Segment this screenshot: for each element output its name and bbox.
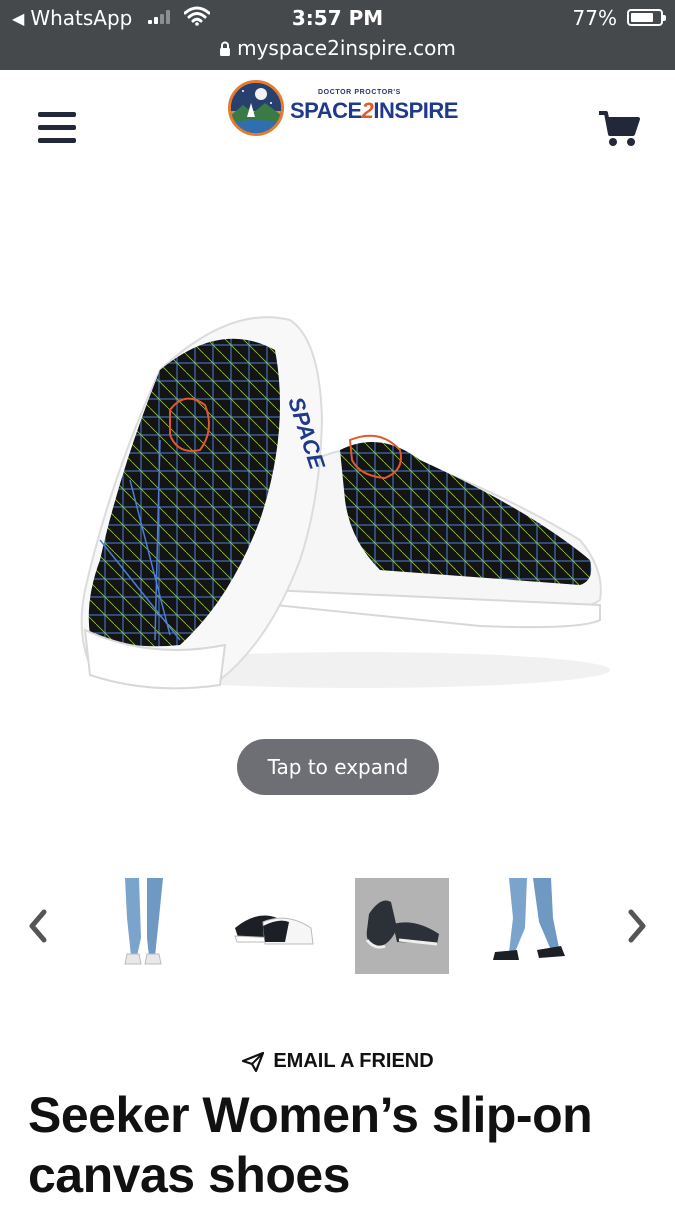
cart-icon[interactable]: [598, 110, 640, 148]
battery-percent: 77%: [572, 6, 617, 30]
battery-icon: [627, 9, 666, 26]
thumbnail-2[interactable]: [227, 878, 321, 974]
tap-to-expand-button[interactable]: Tap to expand: [237, 739, 439, 795]
prev-thumbnail-arrow-icon[interactable]: [26, 906, 50, 946]
email-a-friend-label: EMAIL A FRIEND: [273, 1050, 434, 1072]
site-logo[interactable]: DOCTOR PROCTOR'S SPACE2INSPIRE: [226, 78, 458, 140]
thumbnail-3-selected[interactable]: [355, 878, 449, 974]
email-a-friend-link[interactable]: EMAIL A FRIEND: [0, 1050, 675, 1073]
next-thumbnail-arrow-icon[interactable]: [625, 906, 649, 946]
product-image[interactable]: SPACE: [60, 300, 620, 700]
logo-wordmark: SPACE2INSPIRE: [290, 98, 458, 123]
menu-icon[interactable]: [38, 112, 76, 144]
paper-plane-icon: [242, 1051, 265, 1072]
thumbnail-1[interactable]: [97, 878, 191, 974]
status-bar: ◀ WhatsApp 3:57 PM 77% myspace2inspire.c…: [0, 0, 675, 70]
thumbnail-4[interactable]: [489, 878, 583, 974]
address-bar[interactable]: myspace2inspire.com: [0, 36, 675, 60]
product-title: Seeker Women’s slip-on canvas shoes: [28, 1087, 593, 1203]
logo-subtitle: DOCTOR PROCTOR'S: [318, 89, 401, 96]
lock-icon: [220, 41, 231, 56]
url-text: myspace2inspire.com: [237, 36, 456, 60]
logo-emblem: [228, 80, 284, 136]
